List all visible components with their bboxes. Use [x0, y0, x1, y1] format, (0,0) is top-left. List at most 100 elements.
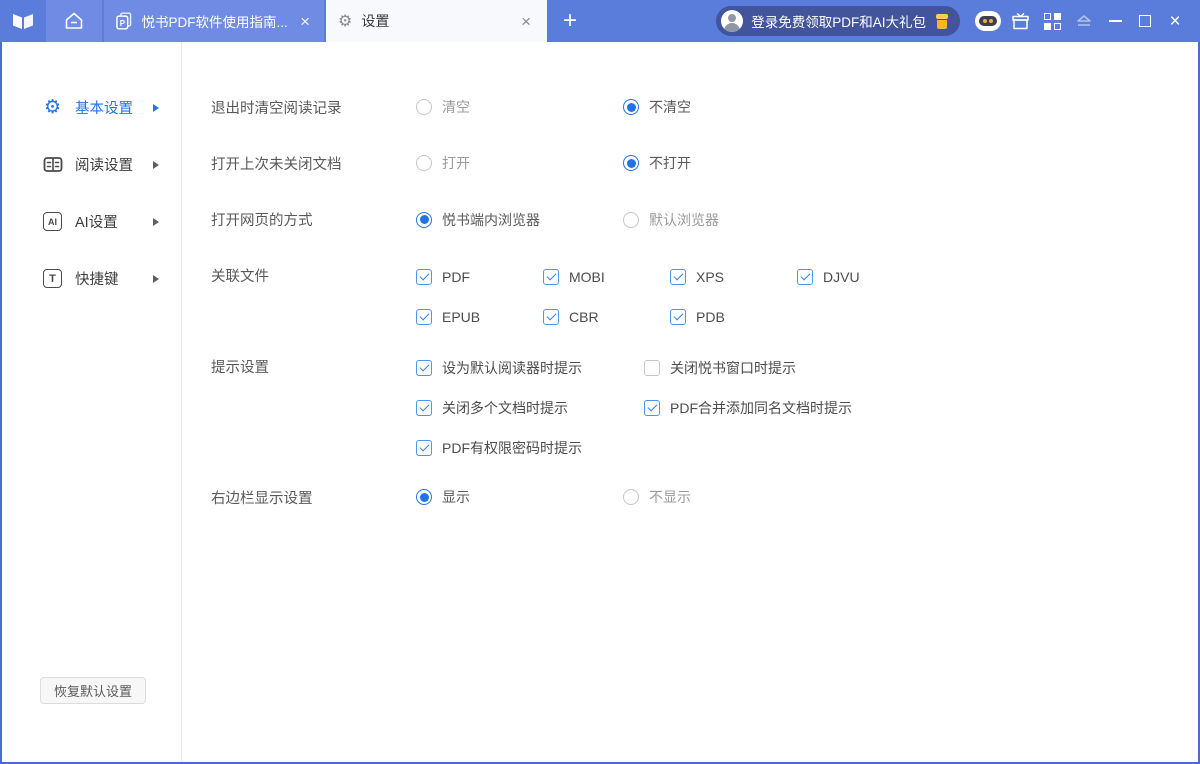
setting-label: 退出时清空阅读记录: [211, 97, 416, 118]
sidebar-item-reading-settings[interactable]: 阅读设置: [2, 136, 181, 193]
checkbox-mobi[interactable]: MOBI: [543, 269, 670, 285]
svg-text:P: P: [120, 19, 125, 28]
checkbox-icon: [416, 400, 432, 416]
pdf-document-icon: P: [114, 10, 134, 32]
setting-label: 打开网页的方式: [211, 209, 416, 230]
checkbox-close-window-prompt[interactable]: 关闭悦书窗口时提示: [644, 358, 796, 378]
setting-section-file-assoc: 关联文件 PDF MOBI XPS: [211, 257, 1198, 337]
checkbox-permission-password-prompt[interactable]: PDF有权限密码时提示: [416, 438, 582, 458]
collapse-toolbar-button[interactable]: [1068, 5, 1100, 37]
ai-icon: AI: [42, 211, 63, 232]
radio-show[interactable]: 显示: [416, 487, 623, 507]
new-tab-button[interactable]: +: [547, 0, 593, 42]
radio-clear[interactable]: 清空: [416, 97, 623, 117]
checkbox-icon: [416, 440, 432, 456]
sidebar-item-label: 快捷键: [75, 268, 119, 289]
chevron-right-icon: [153, 218, 159, 226]
radio-icon: [623, 212, 639, 228]
reading-icon: [42, 154, 63, 175]
home-tab-button[interactable]: [46, 0, 102, 42]
ai-assistant-button[interactable]: [972, 5, 1004, 37]
checkbox-pdf[interactable]: PDF: [416, 269, 543, 285]
radio-dont-clear[interactable]: 不清空: [623, 97, 691, 117]
file-assoc-row-2: EPUB CBR PDB: [416, 297, 860, 337]
shortcut-key-icon: T: [42, 268, 63, 289]
chevron-right-icon: [153, 275, 159, 283]
setting-row-open-last: 打开上次未关闭文档 打开 不打开: [211, 135, 1198, 191]
checkbox-xps[interactable]: XPS: [670, 269, 797, 285]
book-logo-icon: [10, 10, 36, 32]
rewards-button[interactable]: [1004, 5, 1036, 37]
sidebar-item-ai-settings[interactable]: AI AI设置: [2, 193, 181, 250]
checkbox-default-reader-prompt[interactable]: 设为默认阅读器时提示: [416, 358, 644, 378]
settings-tab[interactable]: ⚙ 设置 ×: [326, 0, 547, 42]
setting-row-right-panel: 右边栏显示设置 显示 不显示: [211, 477, 1198, 517]
setting-label: 右边栏显示设置: [211, 487, 416, 508]
minimize-button[interactable]: [1100, 5, 1130, 37]
setting-section-prompts: 提示设置 设为默认阅读器时提示 关闭悦书窗口时提示: [211, 348, 1198, 468]
setting-label: 打开上次未关闭文档: [211, 153, 416, 174]
radio-inapp-browser[interactable]: 悦书端内浏览器: [416, 210, 623, 230]
radio-icon: [416, 155, 432, 171]
checkbox-pdb[interactable]: PDB: [670, 309, 725, 325]
maximize-icon: [1139, 15, 1151, 27]
checkbox-icon: [644, 400, 660, 416]
login-button-label: 登录免费领取PDF和AI大礼包: [751, 11, 926, 31]
home-icon: [63, 10, 85, 32]
document-tab-title: 悦书PDF软件使用指南....: [142, 11, 289, 31]
checkbox-cbr[interactable]: CBR: [543, 309, 670, 325]
document-tab[interactable]: P 悦书PDF软件使用指南.... ×: [104, 0, 324, 42]
radio-dont-show[interactable]: 不显示: [623, 487, 691, 507]
sidebar-item-label: 基本设置: [75, 97, 133, 118]
radio-icon: [416, 212, 432, 228]
close-document-tab-icon[interactable]: ×: [296, 11, 314, 32]
setting-label: 关联文件: [211, 257, 416, 297]
sidebar-item-label: 阅读设置: [75, 154, 133, 175]
radio-default-browser[interactable]: 默认浏览器: [623, 210, 719, 230]
file-assoc-row-1: PDF MOBI XPS DJVU: [416, 257, 860, 297]
radio-icon: [416, 99, 432, 115]
radio-icon: [416, 489, 432, 505]
prompts-row-2: 关闭多个文档时提示 PDF合并添加同名文档时提示: [416, 388, 852, 428]
checkbox-icon: [543, 269, 559, 285]
gear-icon: ⚙: [42, 97, 63, 118]
gift-icon: [934, 14, 949, 29]
app-logo: [0, 0, 46, 42]
grid-icon: [1044, 13, 1061, 30]
radio-open[interactable]: 打开: [416, 153, 623, 173]
checkbox-icon: [416, 309, 432, 325]
maximize-button[interactable]: [1130, 5, 1160, 37]
checkbox-close-multiple-docs-prompt[interactable]: 关闭多个文档时提示: [416, 398, 644, 418]
app-body: ⚙ 基本设置 阅读设置 AI AI设置: [2, 42, 1198, 762]
close-window-button[interactable]: ×: [1160, 5, 1190, 37]
checkbox-icon: [543, 309, 559, 325]
gear-icon: ⚙: [338, 13, 352, 29]
radio-icon: [623, 489, 639, 505]
prompt-options: 设为默认阅读器时提示 关闭悦书窗口时提示 关闭多个文档时提示: [416, 348, 852, 468]
checkbox-icon: [416, 269, 432, 285]
setting-label: 提示设置: [211, 348, 416, 388]
checkbox-merge-same-name-prompt[interactable]: PDF合并添加同名文档时提示: [644, 398, 852, 418]
checkbox-icon: [644, 360, 660, 376]
close-icon: ×: [1169, 12, 1180, 31]
titlebar-right-cluster: 登录免费领取PDF和AI大礼包: [716, 0, 1200, 42]
radio-dont-open[interactable]: 不打开: [623, 153, 691, 173]
gift-box-icon: [1010, 11, 1031, 32]
radio-icon: [623, 155, 639, 171]
sidebar-item-shortcuts[interactable]: T 快捷键: [2, 250, 181, 307]
checkbox-icon: [797, 269, 813, 285]
sidebar-item-basic-settings[interactable]: ⚙ 基本设置: [2, 79, 181, 136]
settings-tab-title: 设置: [361, 11, 389, 31]
apps-menu-button[interactable]: [1036, 5, 1068, 37]
checkbox-djvu[interactable]: DJVU: [797, 269, 860, 285]
login-button[interactable]: 登录免费领取PDF和AI大礼包: [716, 6, 960, 36]
restore-defaults-button[interactable]: 恢复默认设置: [40, 677, 146, 704]
prompts-row-3: PDF有权限密码时提示: [416, 428, 852, 468]
close-settings-tab-icon[interactable]: ×: [517, 11, 535, 32]
setting-row-clear-history: 退出时清空阅读记录 清空 不清空: [211, 79, 1198, 135]
app-window: P 悦书PDF软件使用指南.... × ⚙ 设置 × + 登录免费领取PDF和A…: [0, 0, 1200, 764]
sidebar-item-label: AI设置: [75, 211, 118, 232]
avatar-icon: [721, 10, 743, 32]
setting-row-open-web: 打开网页的方式 悦书端内浏览器 默认浏览器: [211, 191, 1198, 248]
checkbox-epub[interactable]: EPUB: [416, 309, 543, 325]
